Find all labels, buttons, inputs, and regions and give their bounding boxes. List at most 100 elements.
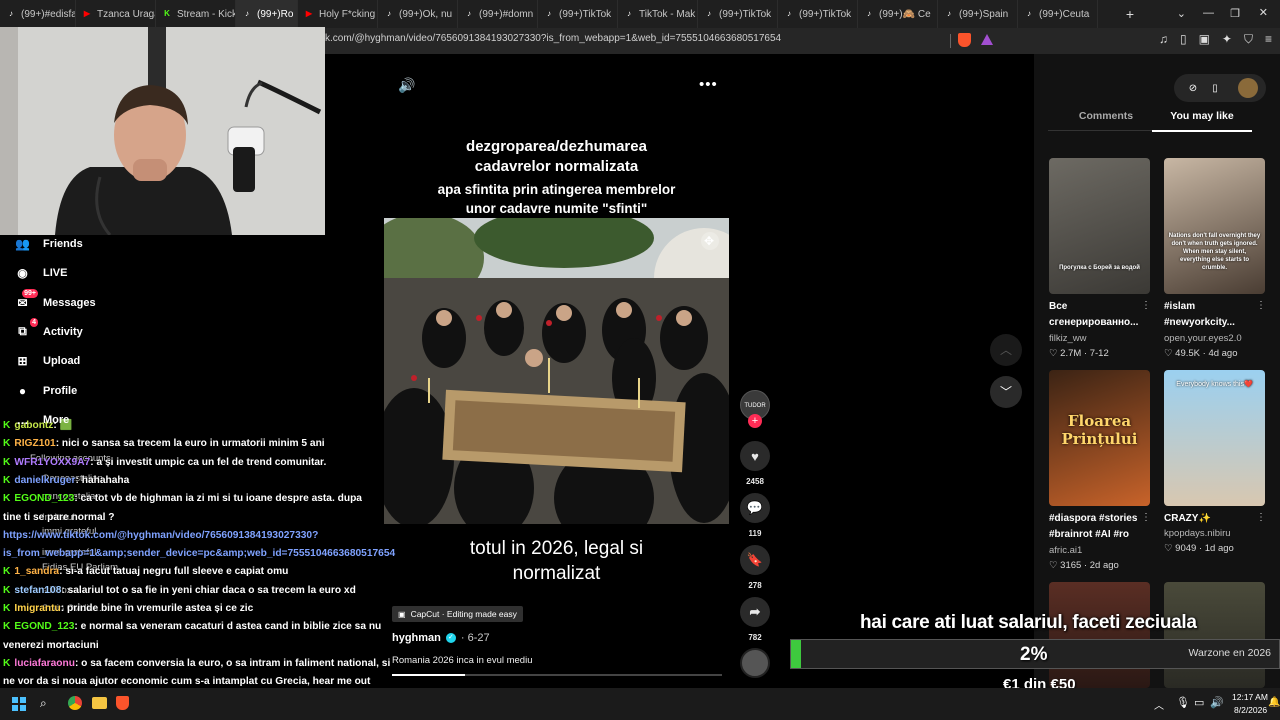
browser-tab[interactable]: K Stream - Kick bbox=[156, 0, 236, 28]
browser-tab[interactable]: ♪ (99+)#domn bbox=[458, 0, 538, 28]
drag-move-icon[interactable]: ✥ bbox=[704, 234, 714, 248]
recommendation-subtitle[interactable]: #newyorkcity... bbox=[1164, 317, 1264, 328]
close-window-icon[interactable]: ✕ bbox=[1259, 6, 1268, 19]
speaker-icon[interactable]: 🔊 bbox=[1210, 696, 1224, 709]
chat-username[interactable]: WFR1YOXX9A7 bbox=[14, 457, 90, 468]
browser-tab[interactable]: ♪ (99+)TikTok bbox=[698, 0, 778, 28]
recommendation-author[interactable]: kpopdays.nibiru bbox=[1164, 528, 1231, 539]
save-action[interactable]: 🔖 278 bbox=[740, 545, 770, 590]
comment-action[interactable]: 💬 119 bbox=[740, 493, 770, 538]
recommendation-title[interactable]: #islam bbox=[1164, 301, 1259, 312]
browser-tab[interactable]: ♪ (99+)🙈 Ce bbox=[858, 0, 938, 28]
comment-icon[interactable]: 💬 bbox=[740, 493, 770, 523]
profile-avatar[interactable] bbox=[1238, 78, 1258, 98]
capcut-tag[interactable]: ▣ CapCut · Editing made easy bbox=[392, 606, 523, 622]
chat-username[interactable]: RIGZ101 bbox=[14, 438, 55, 449]
video-progress-bar[interactable] bbox=[392, 674, 722, 676]
tray-chevron-icon[interactable]: ︿ bbox=[1154, 697, 1164, 712]
recommendation-thumbnail[interactable] bbox=[1049, 582, 1150, 688]
wallet-icon[interactable]: ▣ bbox=[1199, 32, 1210, 47]
author-name[interactable]: hyghman bbox=[392, 632, 441, 644]
chat-username[interactable]: 1_sandra bbox=[14, 566, 59, 577]
browser-tab[interactable]: ♪ (99+)Ceuta bbox=[1018, 0, 1098, 28]
recommendation-author[interactable]: filkiz_ww bbox=[1049, 333, 1086, 344]
recommendation-title[interactable]: Все bbox=[1049, 301, 1144, 312]
new-tab-button[interactable]: + bbox=[1126, 6, 1134, 22]
browser-tab[interactable]: ▶ Holy F*cking bbox=[298, 0, 378, 28]
share-action[interactable]: ➦ 782 bbox=[740, 597, 770, 642]
follow-plus-icon[interactable]: + bbox=[748, 414, 762, 428]
card-menu-icon[interactable]: ⋮ bbox=[1256, 512, 1266, 523]
media-icon[interactable]: ♫ bbox=[1159, 32, 1168, 47]
recommendation-title[interactable]: CRAZY✨ bbox=[1164, 513, 1259, 524]
share-icon[interactable]: ➦ bbox=[740, 597, 770, 627]
device-icon[interactable]: ▯ bbox=[1204, 83, 1226, 94]
chat-username[interactable]: luciafaraonu bbox=[14, 658, 75, 669]
minimize-icon[interactable]: — bbox=[1203, 7, 1214, 19]
sidebar-item-friends[interactable]: 👥 Friends bbox=[14, 235, 83, 252]
tab-list-icon[interactable]: ⌄ bbox=[1177, 7, 1186, 20]
recommendation-author[interactable]: afric.ai1 bbox=[1049, 545, 1082, 556]
volume-icon[interactable]: 🔊 bbox=[398, 77, 415, 94]
browser-tab[interactable]: ♪ (99+)TikTok bbox=[538, 0, 618, 28]
sidebar-item-profile[interactable]: ● Profile bbox=[14, 382, 77, 399]
recommendation-title[interactable]: #diaspora #stories bbox=[1049, 513, 1144, 524]
browser-tab[interactable]: ♪ (99+)TikTok bbox=[778, 0, 858, 28]
chat-username[interactable]: stefan108 bbox=[14, 585, 61, 596]
compass-icon[interactable]: ⊘ bbox=[1182, 83, 1204, 94]
sidebar-item-live[interactable]: ◉ LIVE bbox=[14, 264, 67, 281]
recommendation-thumbnail[interactable]: Everybody knows this❤️ bbox=[1164, 370, 1265, 506]
recommendation-thumbnail[interactable]: Nations don't fall overnight they don't … bbox=[1164, 158, 1265, 294]
maximize-icon[interactable]: ❐ bbox=[1230, 7, 1240, 20]
network-icon[interactable]: ▭ bbox=[1194, 696, 1204, 709]
card-menu-icon[interactable]: ⋮ bbox=[1141, 512, 1151, 523]
brave-shield-icon[interactable] bbox=[958, 33, 971, 47]
windows-start-icon[interactable] bbox=[12, 697, 26, 711]
sidebar-item-messages[interactable]: ✉ 99+ Messages bbox=[14, 289, 96, 311]
recommendation-subtitle[interactable]: #brainrot #AI #ro bbox=[1049, 529, 1149, 540]
video-frame[interactable] bbox=[384, 218, 729, 524]
sidebar-item-more[interactable]: … More bbox=[14, 411, 70, 428]
recommendation-thumbnail[interactable] bbox=[1164, 582, 1265, 688]
chat-username[interactable]: danielkruger bbox=[14, 475, 75, 486]
recommendation-thumbnail[interactable]: Floarea Prințului bbox=[1049, 370, 1150, 506]
recommendation-author[interactable]: open.your.eyes2.0 bbox=[1164, 333, 1242, 344]
tab-comments[interactable]: Comments bbox=[1048, 110, 1164, 131]
browser-tab[interactable]: ♪ (99+)Ok, nu bbox=[378, 0, 458, 28]
scroll-down-button[interactable]: ﹀ bbox=[990, 376, 1022, 408]
folder-icon[interactable] bbox=[92, 697, 107, 709]
sidebar-toggle-icon[interactable]: ▯ bbox=[1180, 32, 1187, 47]
card-menu-icon[interactable]: ⋮ bbox=[1256, 300, 1266, 311]
like-action[interactable]: ♥ 2458 bbox=[740, 441, 770, 486]
sidebar-item-activity[interactable]: ⧉ 4 Activity bbox=[14, 318, 83, 340]
browser-tab[interactable]: ♪ (99+)Spain bbox=[938, 0, 1018, 28]
leo-ai-icon[interactable]: ✦ bbox=[1222, 32, 1232, 47]
sidebar-item-upload[interactable]: ⊞ Upload bbox=[14, 352, 80, 369]
recommendation-thumbnail[interactable]: Прогулка с Борей за водой bbox=[1049, 158, 1150, 294]
taskbar-time[interactable]: 12:17 AM bbox=[1232, 692, 1268, 702]
card-menu-icon[interactable]: ⋮ bbox=[1141, 300, 1151, 311]
tab-you-may-like[interactable]: You may like bbox=[1152, 110, 1252, 132]
chat-username[interactable]: EGOND_123 bbox=[14, 621, 74, 632]
heart-icon[interactable]: ♥ bbox=[740, 441, 770, 471]
mic-icon[interactable]: 🎙 bbox=[1176, 696, 1190, 709]
bookmark-icon[interactable]: 🔖 bbox=[740, 545, 770, 575]
browser-tab[interactable]: ♪(99+)Ro✕ bbox=[236, 0, 298, 28]
recommendation-subtitle[interactable]: сгенерированно... bbox=[1049, 317, 1149, 328]
url-text[interactable]: k.com/@hyghman/video/7656091384193027330… bbox=[325, 33, 781, 44]
vpn-icon[interactable]: ⛉ bbox=[1244, 32, 1253, 47]
chrome-icon[interactable] bbox=[68, 696, 82, 710]
taskbar-date[interactable]: 8/2/2026 bbox=[1234, 705, 1267, 715]
search-icon[interactable]: ⌕ bbox=[40, 696, 47, 711]
more-options-icon[interactable]: ••• bbox=[699, 76, 718, 93]
brave-icon[interactable] bbox=[116, 696, 129, 710]
browser-tab[interactable]: ♪ TikTok - Mak bbox=[618, 0, 698, 28]
scroll-up-button[interactable]: ︿ bbox=[990, 334, 1022, 366]
sound-disc-icon[interactable] bbox=[740, 648, 770, 678]
notification-icon[interactable]: 🔔 bbox=[1268, 697, 1280, 708]
brave-rewards-icon[interactable] bbox=[981, 34, 993, 45]
browser-tab[interactable]: ▶ Tzanca Uraga bbox=[76, 0, 156, 28]
chat-username[interactable]: EGOND_123 bbox=[14, 493, 74, 504]
menu-icon[interactable]: ≡ bbox=[1265, 32, 1272, 47]
chat-username[interactable]: Imigrantu bbox=[14, 603, 60, 614]
